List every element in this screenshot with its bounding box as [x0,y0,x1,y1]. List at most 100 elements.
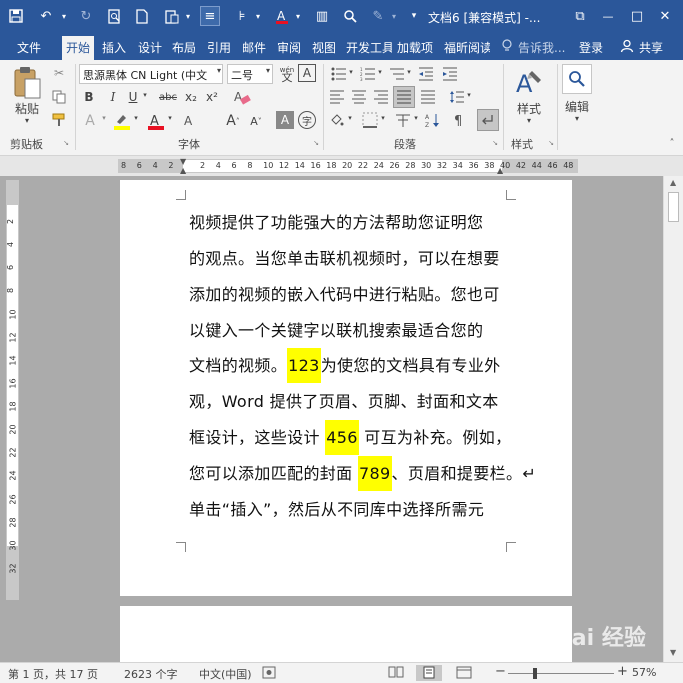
editing-button[interactable]: 编辑 [560,98,594,115]
read-mode-icon[interactable] [388,666,404,681]
italic-button[interactable]: I [105,88,121,106]
print-layout-icon[interactable] [422,666,436,682]
paste-big-icon[interactable] [10,66,44,100]
multilevel-list-icon[interactable] [388,65,406,83]
grow-font-icon[interactable]: A ˄ [223,111,243,131]
paste-label[interactable]: 粘贴 [10,100,44,117]
zoom-level[interactable]: 57% [632,666,656,679]
chinese-layout-dropdown-icon[interactable]: ▾ [412,114,420,122]
text-effect-icon[interactable]: A [80,111,100,131]
multilevel-dropdown-icon[interactable]: ▾ [405,68,413,76]
show-marks-icon[interactable]: ¶ [450,111,468,129]
tellme-icon[interactable] [502,39,512,55]
bold-button[interactable]: B [81,88,97,106]
clipboard-launcher-icon[interactable]: ↘ [62,139,70,147]
document-line[interactable]: 以键入一个关键字以联机搜索最适合您的 [189,317,509,341]
editing-dropdown-icon[interactable]: ▾ [572,114,582,123]
bullets-dropdown-icon[interactable]: ▾ [347,68,355,76]
ribbon-display-icon[interactable]: ⧉ [570,6,590,26]
pen-dropdown-icon[interactable]: ▾ [384,6,404,26]
paste-dropdown-icon-2[interactable]: ▾ [20,116,34,125]
increase-indent-icon[interactable] [441,65,459,83]
redo-icon[interactable]: ↻ [76,6,96,26]
vertical-scrollbar[interactable]: ▲ ▼ [663,176,683,662]
minimize-button[interactable]: — [598,6,618,26]
format-painter-icon[interactable] [50,111,68,129]
cut-icon[interactable]: ✂ [50,64,68,82]
align-center-icon[interactable] [350,88,368,106]
vertical-ruler[interactable]: 2 4 6 8 10 12 14 16 18 20 22 24 26 28 30 32 [6,180,19,600]
collapse-ribbon-icon[interactable]: ˄ [666,138,678,149]
document-line[interactable]: 单击“插入”，然后从不同库中选择所需元 [189,496,509,520]
paragraph-launcher-icon[interactable]: ↘ [491,139,499,147]
tab-design[interactable]: 设计 [138,39,162,56]
tab-layout[interactable]: 布局 [172,39,196,56]
columns-icon[interactable]: ▥ [312,6,332,26]
shading-icon[interactable] [328,111,346,129]
scrollbar-thumb[interactable] [668,192,679,222]
align-icon[interactable]: ≡ [200,6,220,26]
align-right-icon[interactable] [372,88,390,106]
save-icon[interactable] [6,6,26,26]
tab-view[interactable]: 视图 [312,39,336,56]
share-user-icon[interactable] [620,39,634,56]
pinyin-guide-icon[interactable]: wén 文 [277,64,297,84]
underline-dropdown-icon[interactable]: ▾ [141,91,149,99]
font-launcher-icon[interactable]: ↘ [312,139,320,147]
maximize-button[interactable]: □ [627,6,647,26]
document-line[interactable]: 框设计，这些设计 456 可互为补充。例如， [189,420,511,455]
tellme-input[interactable]: 告诉我... [518,39,565,56]
tab-home[interactable]: 开始 [62,36,95,60]
right-indent-icon[interactable]: ▲ [497,166,503,175]
shading-dropdown-icon[interactable]: ▾ [346,114,354,122]
line-spacing-dropdown-icon[interactable]: ▾ [465,91,473,99]
tab-file[interactable]: 文件 [17,39,41,56]
print-preview-icon[interactable] [104,6,124,26]
shrink-font-icon[interactable]: A ˅ [246,111,266,131]
highlighted-number[interactable]: 123 [287,348,321,383]
strikethrough-button[interactable]: abc [156,88,180,106]
macro-record-icon[interactable] [262,666,276,682]
hanging-indent-icon[interactable]: ▲ [180,166,186,175]
find-icon[interactable] [340,6,360,26]
close-button[interactable]: ✕ [655,6,675,26]
font-color-dropdown-icon[interactable]: ▾ [166,114,174,122]
underline-button[interactable]: U [125,88,141,106]
superscript-button[interactable]: x² [203,88,221,106]
char-border-icon[interactable]: A [298,64,316,82]
zoom-in-button[interactable]: + [617,664,628,679]
page-count[interactable]: 第 1 页，共 17 页 [8,666,98,682]
font-size-dropdown-icon[interactable]: ▾ [263,66,273,75]
styles-gallery-icon[interactable]: A [512,66,546,98]
scroll-up-icon[interactable]: ▲ [670,178,676,187]
clear-format-icon[interactable]: A [232,87,252,107]
new-document-icon[interactable] [132,6,152,26]
zoom-out-button[interactable]: − [495,664,506,679]
highlighted-number[interactable]: 789 [357,456,392,491]
tab-foxit[interactable]: 福昕阅读 [444,39,490,56]
numbering-dropdown-icon[interactable]: ▾ [376,68,384,76]
styles-launcher-icon[interactable]: ↘ [547,139,555,147]
document-line[interactable]: 的观点。当您单击联机视频时，可以在想要 [189,245,509,269]
decrease-indent-icon[interactable] [417,65,435,83]
customize-qa-icon[interactable]: ▾ [404,6,424,26]
copy-icon[interactable] [50,88,68,106]
borders-icon[interactable] [361,111,379,129]
char-shade-button[interactable]: A [276,111,294,129]
highlight-icon[interactable] [112,111,132,131]
document-page-2[interactable] [120,606,572,662]
font-color-qa-dropdown-icon[interactable]: ▾ [288,6,308,26]
web-layout-icon[interactable] [456,666,472,682]
tab-review[interactable]: 审阅 [277,39,301,56]
distributed-icon[interactable] [419,88,437,106]
tab-insert[interactable]: 插入 [102,39,126,56]
tab-developer[interactable]: 开发工具 [346,39,392,56]
text-effect-dropdown-icon[interactable]: ▾ [100,114,108,122]
share-button[interactable]: 共享 [639,39,663,56]
font-name-dropdown-icon[interactable]: ▾ [214,66,224,75]
login-link[interactable]: 登录 [579,39,603,56]
document-line[interactable]: 您可以添加匹配的封面 789、页眉和提要栏。↵ [189,456,536,491]
undo-dropdown-icon[interactable]: ▾ [54,6,74,26]
font-name-combo[interactable]: 思源黑体 CN Light (中文 [79,64,223,84]
document-line[interactable]: 添加的视频的嵌入代码中进行粘贴。您也可 [189,281,509,305]
